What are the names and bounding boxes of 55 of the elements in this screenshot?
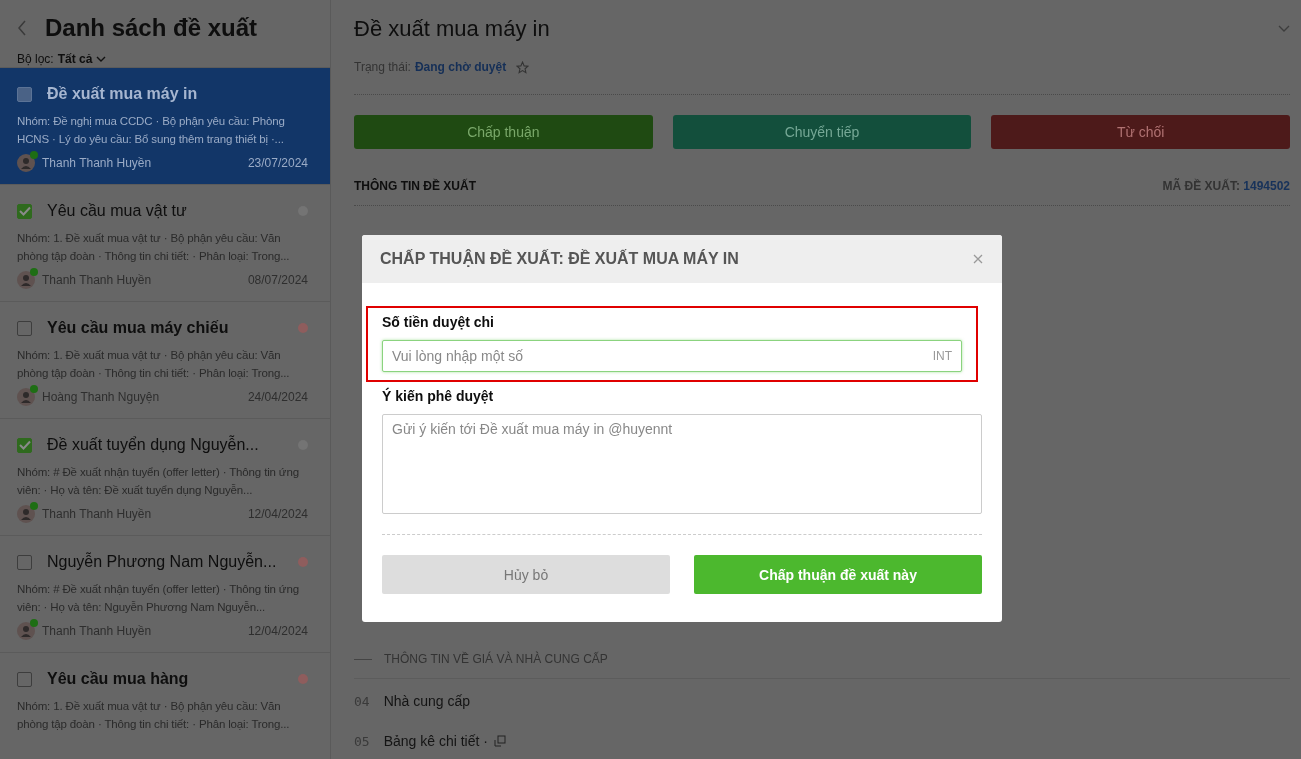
author-name: Thanh Thanh Huyền	[42, 624, 153, 638]
proposal-summary: Nhóm: Đề nghị mua CCDC · Bộ phận yêu cầu: Phòng HCNS · Lý do yêu cầu: Bổ sung thêm trang thiết bị ·...	[17, 114, 286, 147]
proposal-date: 12/04/2024	[247, 507, 308, 521]
proposal-title: Đề xuất mua máy in	[47, 85, 199, 103]
unit-label: INT	[932, 349, 952, 363]
section-title: THÔNG TIN ĐỀ XUẤT	[354, 179, 476, 193]
proposal-item[interactable]: Đề xuất mua máy in Nhóm: Đề nghị mua CCDC · Bộ phận yêu cầu: Phòng HCNS · Lý do yêu cầu: Bổ sung thêm trang thiết bị ·... Thanh Thanh Huyền 23/07/2024	[0, 68, 330, 185]
proposal-title: Đề xuất tuyển dụng Nguyễn...	[47, 436, 260, 454]
author-name: Hoàng Thanh Nguyện	[42, 390, 161, 404]
field-label: Ý kiến phê duyệt	[382, 388, 495, 404]
action-button[interactable]: Chuyển tiếp	[672, 115, 972, 149]
checkbox[interactable]	[17, 203, 32, 219]
author-name: Thanh Thanh Huyền	[42, 156, 153, 170]
avatar-icon	[17, 154, 35, 172]
avatar-icon	[17, 505, 35, 523]
proposal-date: 08/07/2024	[247, 273, 308, 287]
proposal-summary: Nhóm: # Đề xuất nhận tuyển (offer letter) · Thông tin ứng viên: · Họ và tên: Nguyễn Phương Nam Nguyễn...	[17, 582, 300, 615]
checkbox[interactable]	[17, 554, 32, 570]
proposal-date: 12/04/2024	[247, 624, 308, 638]
comment-input[interactable]: Gửi ý kiến tới Đề xuất mua máy in @huyennt	[382, 414, 982, 514]
proposal-title: Yêu cầu mua máy chiếu	[47, 319, 230, 337]
star-icon[interactable]	[516, 60, 530, 74]
caret-icon	[96, 56, 107, 62]
avatar-icon	[17, 388, 35, 406]
field-label: Số tiền duyệt chi	[382, 314, 495, 330]
proposal-date: 24/04/2024	[247, 390, 308, 404]
author-name: Thanh Thanh Huyền	[42, 273, 153, 287]
chevron-down-icon[interactable]	[1278, 25, 1290, 33]
expand-icon[interactable]	[493, 735, 506, 747]
proposal-title: Yêu cầu mua vật tư	[47, 202, 188, 220]
code-value: 1494502	[1243, 179, 1290, 193]
checkbox[interactable]	[17, 86, 32, 102]
avatar-icon	[17, 271, 35, 289]
proposal-title: Nguyễn Phương Nam Nguyễn...	[47, 553, 278, 571]
author-name: Thanh Thanh Huyền	[42, 507, 153, 521]
sidebar-title: Danh sách đề xuất	[45, 14, 258, 42]
checkbox[interactable]	[17, 320, 32, 336]
action-button[interactable]: Từ chối	[991, 115, 1290, 149]
avatar-icon	[17, 622, 35, 640]
proposal-heading: Đề xuất mua máy in	[354, 16, 550, 42]
action-button[interactable]: Chấp thuận	[354, 115, 653, 149]
proposal-date: 23/07/2024	[247, 156, 308, 170]
field-label: Nhà cung cấp	[383, 693, 471, 709]
status-value: Đang chờ duyệt	[414, 60, 507, 74]
proposal-summary: Nhóm: # Đề xuất nhận tuyển (offer letter) · Thông tin ứng viên: · Họ và tên: Đề xuất tuyển dụng Nguyễn...	[17, 465, 300, 498]
confirm-button[interactable]: Chấp thuận đề xuất này	[694, 555, 982, 594]
dialog-title: CHẤP THUẬN ĐỀ XUẤT: ĐỀ XUẤT MUA MÁY IN	[380, 250, 739, 268]
cancel-button[interactable]: Hủy bỏ	[382, 555, 670, 594]
checkbox[interactable]	[17, 671, 32, 687]
proposal-title: Yêu cầu mua hàng	[47, 670, 190, 688]
close-icon[interactable]	[973, 254, 983, 264]
field-label: Bảng kê chi tiết ·	[383, 733, 488, 749]
back-icon[interactable]	[17, 20, 27, 36]
checkbox[interactable]	[17, 437, 32, 453]
filter-dropdown[interactable]: Bộ lọc: Tất cả	[17, 52, 107, 66]
